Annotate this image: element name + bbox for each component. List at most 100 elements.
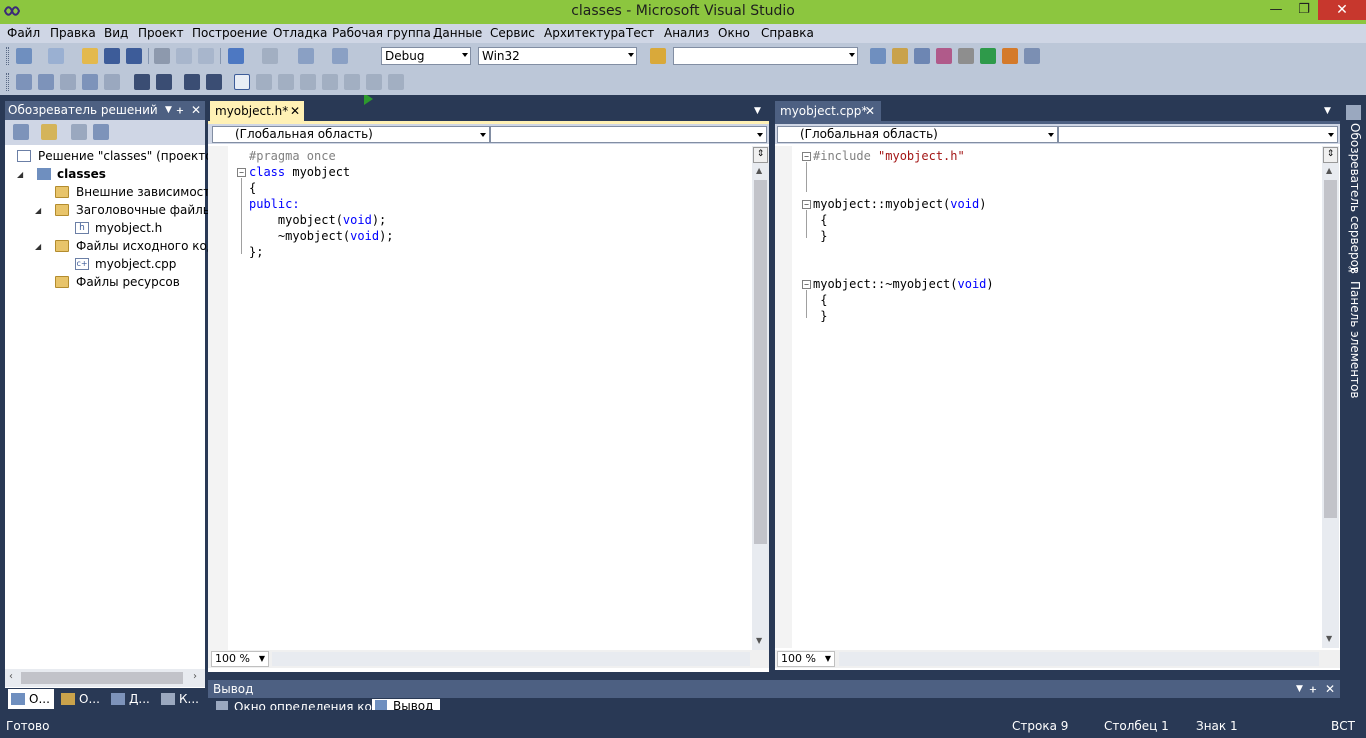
scrollbar-thumb[interactable] [1324,180,1337,518]
scroll-up-icon[interactable]: ▲ [756,166,762,175]
tree-item-myobject-cpp[interactable]: myobject.cpp [95,257,176,271]
quick-info-icon[interactable] [60,74,76,90]
right-editor-horizontal-scrollbar[interactable] [839,652,1319,666]
code-editor[interactable]: − #include "myobject.h" − myobject::myob… [792,148,1322,648]
decrease-indent-icon[interactable] [156,74,172,90]
dropdown-arrow-icon[interactable]: ▼ [165,101,172,120]
bookmark-window-icon[interactable] [366,74,382,90]
clear-bookmarks-icon[interactable] [344,74,360,90]
dropdown-arrow-icon[interactable]: ▼ [1296,680,1303,698]
open-file-icon[interactable] [82,48,98,64]
menu-help[interactable]: Справка [761,26,814,40]
collapse-outline-icon[interactable]: − [237,168,246,177]
toolbox-icon[interactable]: ✂ [1346,263,1361,278]
menu-file[interactable]: Файл [7,26,40,40]
collapse-outline-icon[interactable]: − [802,152,811,161]
tab-class-view[interactable]: К... [158,689,204,709]
menu-build[interactable]: Построение [192,26,267,40]
tab-list-dropdown-icon[interactable]: ▼ [754,106,761,116]
complete-word-icon[interactable] [82,74,98,90]
expand-triangle-icon[interactable]: ◢ [35,206,41,215]
menu-architecture[interactable]: Архитектура [544,26,625,40]
tree-item-project[interactable]: classes [57,167,106,181]
server-explorer-tab[interactable]: Обозреватель серверов [1348,123,1362,274]
menu-analyze[interactable]: Анализ [664,26,709,40]
tree-item-external-dependencies[interactable]: Внешние зависимости [76,185,218,199]
pin-icon[interactable]: ᚐ [1310,680,1316,698]
expand-triangle-icon[interactable]: ◢ [35,242,41,251]
tab-code-definition-window[interactable]: Окно определения кода [216,700,388,710]
menu-project[interactable]: Проект [138,26,184,40]
uncomment-icon[interactable] [206,74,222,90]
member-combo[interactable] [1058,126,1338,143]
tools-icon[interactable] [958,48,974,64]
zoom-combo[interactable]: 100 % ▼ [211,651,269,667]
tree-item-source-files[interactable]: Файлы исходного кода [76,239,222,253]
copy-icon[interactable] [176,48,192,64]
toolbar-grip[interactable] [6,73,9,91]
new-project-icon[interactable] [16,48,32,64]
tab-myobject-cpp[interactable]: myobject.cpp* ✕ [775,101,881,121]
member-combo[interactable] [490,126,767,143]
scrollbar-thumb[interactable] [754,180,767,544]
comment-icon[interactable] [184,74,200,90]
properties-icon[interactable] [13,124,29,140]
tab-team-explorer[interactable]: О... [58,689,104,709]
close-button[interactable]: ✕ [1318,0,1366,20]
menu-data[interactable]: Данные [433,26,482,40]
next-bookmark-icon[interactable] [278,74,294,90]
navigate-forward-icon[interactable] [332,48,348,64]
expand-triangle-icon[interactable]: ◢ [17,170,23,179]
menu-tools[interactable]: Сервис [490,26,535,40]
close-panel-icon[interactable]: ✕ [1325,680,1335,698]
object-browser-icon[interactable] [914,48,930,64]
find-in-files-icon[interactable] [650,48,666,64]
undo-icon[interactable] [228,48,244,64]
scroll-right-icon[interactable]: › [193,671,197,682]
extension-manager-icon[interactable] [1002,48,1018,64]
scroll-left-icon[interactable]: ‹ [9,671,13,682]
code-editor[interactable]: #pragma once − class myobject { public: … [228,148,750,648]
paste-icon[interactable] [198,48,214,64]
tab-data-sources[interactable]: Д... [108,689,154,709]
toolbox-icon[interactable] [936,48,952,64]
scroll-down-icon[interactable]: ▼ [1326,634,1332,643]
close-tab-icon[interactable]: ✕ [290,101,300,121]
next-bookmark-folder-icon[interactable] [322,74,338,90]
solution-explorer-icon[interactable] [870,48,886,64]
find-bookmarks-icon[interactable] [388,74,404,90]
solution-explorer-horizontal-scrollbar[interactable]: ‹ › [5,669,205,687]
save-icon[interactable] [104,48,120,64]
navigate-backward-icon[interactable] [298,48,314,64]
cut-icon[interactable] [154,48,170,64]
scroll-up-icon[interactable]: ▲ [1326,166,1332,175]
tab-myobject-h[interactable]: myobject.h* ✕ [210,101,304,121]
menu-debug[interactable]: Отладка [273,26,327,40]
find-combo[interactable] [673,47,858,65]
tab-solution-explorer[interactable]: О... [8,689,54,709]
class-diagram-icon[interactable] [93,124,109,140]
menu-window[interactable]: Окно [718,26,750,40]
tree-item-resource-files[interactable]: Файлы ресурсов [76,275,180,289]
split-handle-icon[interactable]: ⇕ [1323,147,1338,163]
collapse-outline-icon[interactable]: − [802,280,811,289]
close-tab-icon[interactable]: ✕ [865,101,875,121]
platform-combo[interactable]: Win32 [478,47,637,65]
outdent-icon[interactable] [104,74,120,90]
scrollbar-thumb[interactable] [21,672,183,684]
tab-list-dropdown-icon[interactable]: ▼ [1324,106,1331,116]
save-all-icon[interactable] [126,48,142,64]
view-code-icon[interactable] [71,124,87,140]
zoom-combo[interactable]: 100 % ▼ [777,651,835,667]
start-page-icon[interactable] [980,48,996,64]
bookmark-icon[interactable] [234,74,250,90]
menu-edit[interactable]: Правка [50,26,96,40]
minimize-button[interactable]: — [1262,0,1290,20]
add-item-icon[interactable] [48,48,64,64]
left-editor-vertical-scrollbar[interactable]: ⇕ ▲ ▼ [752,146,769,650]
tree-item-solution[interactable]: Решение "classes" (проектов: [38,149,224,163]
tree-item-header-files[interactable]: Заголовочные файлы [76,203,212,217]
properties-icon[interactable] [892,48,908,64]
close-panel-icon[interactable]: ✕ [191,101,201,120]
configuration-combo[interactable]: Debug [381,47,471,65]
